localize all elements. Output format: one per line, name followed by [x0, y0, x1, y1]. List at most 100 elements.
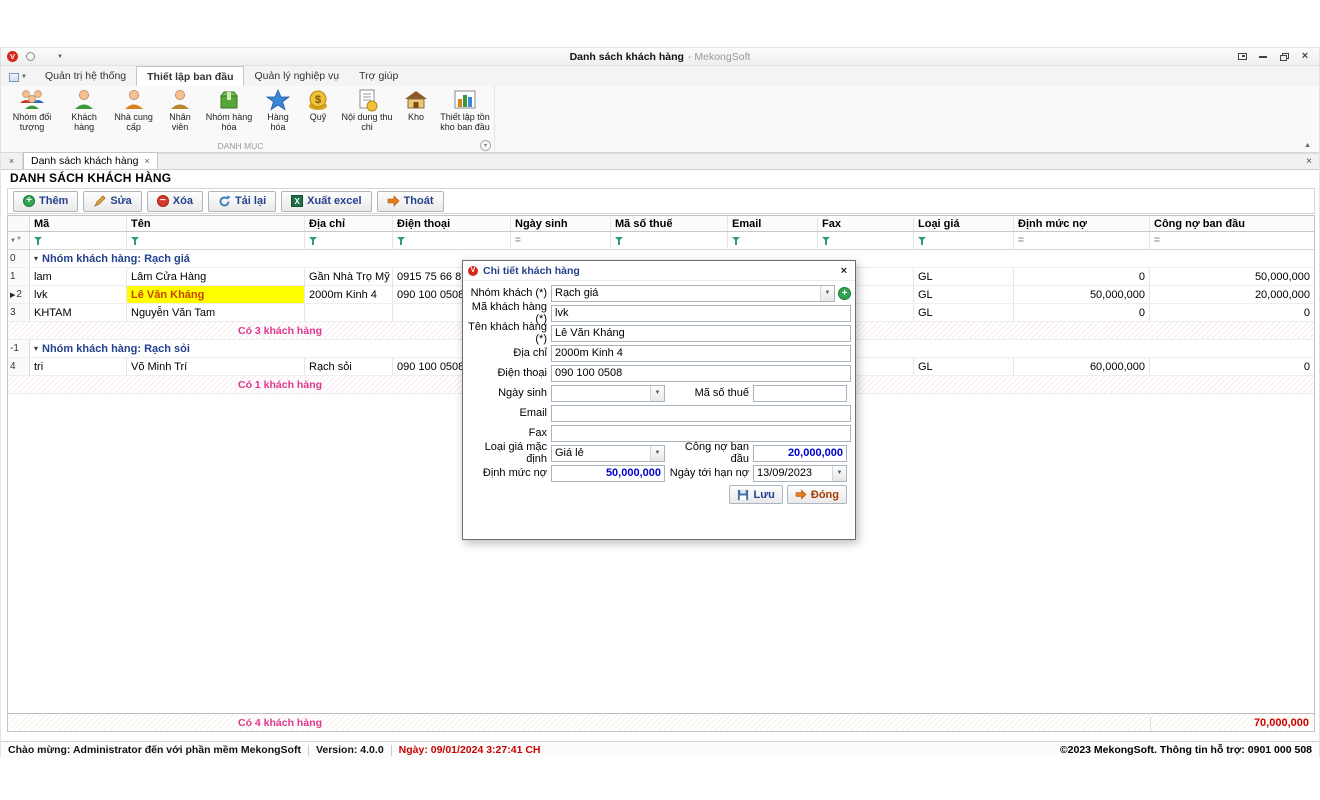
cell-congnobandau: 50,000,000 — [1150, 268, 1314, 285]
birthdate-combo[interactable]: ▼ — [551, 385, 665, 402]
filter-ma[interactable] — [30, 232, 127, 249]
filter-email[interactable] — [728, 232, 818, 249]
ribbon-item-kho[interactable]: Kho — [396, 88, 436, 123]
filter-congnobandau[interactable]: = — [1150, 232, 1314, 249]
supplier-icon — [121, 88, 147, 112]
cell-ten: Nguyễn Văn Tam — [127, 304, 305, 321]
ribbon-item-nhom-hang-hoa[interactable]: Nhóm hàng hóa — [200, 88, 258, 133]
close-dialog-button[interactable]: Đóng — [787, 485, 847, 504]
address-field[interactable] — [551, 345, 851, 362]
close-window-button[interactable]: × — [1297, 50, 1313, 64]
document-tab-strip: × Danh sách khách hàng × × — [1, 153, 1319, 170]
dialog-close-button[interactable]: × — [838, 265, 850, 277]
column-header-dinhmucno[interactable]: Định mức nợ — [1014, 216, 1150, 231]
column-header-ngaysinh[interactable]: Ngày sinh — [511, 216, 611, 231]
ribbon-item-thiet-lap-ton-kho[interactable]: Thiết lập tồn kho ban đầu — [436, 88, 494, 133]
minimize-button[interactable] — [1255, 50, 1271, 64]
row-indicator: ▶2 — [8, 286, 30, 303]
chevron-down-icon[interactable]: ▼ — [832, 466, 846, 481]
cell-congnobandau: 0 — [1150, 358, 1314, 375]
filter-ten[interactable] — [127, 232, 305, 249]
filter-fax[interactable] — [818, 232, 914, 249]
dialog-title-bar[interactable]: V Chi tiết khách hàng × — [463, 261, 855, 281]
filter-loaigia[interactable] — [914, 232, 1014, 249]
export-excel-button[interactable]: XXuất excel — [281, 191, 371, 212]
save-button[interactable]: Lưu — [729, 485, 782, 504]
quick-access-caret-icon[interactable]: ▼ — [57, 54, 63, 60]
delete-button[interactable]: −Xóa — [147, 191, 203, 212]
tax-code-field[interactable] — [753, 385, 847, 402]
fax-field[interactable] — [551, 425, 851, 442]
chevron-down-icon[interactable]: ▼ — [650, 386, 664, 401]
customer-name-field[interactable] — [551, 325, 851, 342]
column-header-loaigia[interactable]: Loại giá — [914, 216, 1014, 231]
column-header-fax[interactable]: Fax — [818, 216, 914, 231]
column-header-congnobandau[interactable]: Công nợ ban đầu — [1150, 216, 1314, 231]
app-menu-button[interactable]: ▼ — [5, 68, 31, 86]
group-dialog-launcher-icon[interactable]: ▾ — [480, 140, 491, 151]
group-expand-icon[interactable]: ▾ — [34, 254, 38, 263]
ribbon-item-nhan-vien[interactable]: Nhân viên — [160, 88, 200, 133]
ribbon-item-nhom-doi-tuong[interactable]: Nhóm đối tượng — [3, 88, 61, 133]
price-type-combo[interactable]: Giá lẻ ▼ — [551, 445, 665, 462]
ribbon-collapse-icon[interactable]: ▲ — [1304, 142, 1311, 149]
filter-funnel-icon — [397, 236, 406, 245]
ribbon-tab-quan-tri-he-thong[interactable]: Quản trị hệ thống — [35, 67, 136, 86]
ribbon-item-label: Thiết lập tồn kho ban đầu — [438, 113, 492, 133]
filter-star-icon: * — [17, 235, 21, 246]
edit-button[interactable]: Sửa — [83, 191, 141, 212]
email-field[interactable] — [551, 405, 851, 422]
add-button[interactable]: +Thêm — [13, 191, 78, 212]
customer-code-field[interactable] — [551, 305, 851, 322]
doc-tab-close-icon[interactable]: × — [144, 156, 149, 166]
filter-indicator: ▼* — [8, 232, 30, 249]
group-expand-icon[interactable]: ▾ — [34, 344, 38, 353]
column-header-masothue[interactable]: Mã số thuế — [611, 216, 728, 231]
quick-access-circle-icon[interactable] — [26, 52, 35, 61]
filter-masothue[interactable] — [611, 232, 728, 249]
customer-group-combo[interactable]: Rạch giá ▼ — [551, 285, 835, 302]
phone-field[interactable] — [551, 365, 851, 382]
exit-button[interactable]: Thoát — [377, 191, 444, 212]
tabstrip-close-left-button[interactable]: × — [1, 153, 23, 169]
debt-due-date-combo[interactable]: 13/09/2023 ▼ — [753, 465, 847, 482]
filter-dienthoai[interactable] — [393, 232, 511, 249]
initial-debt-field[interactable] — [753, 445, 847, 462]
window-controls: × — [1234, 50, 1313, 64]
reload-button[interactable]: Tải lại — [208, 191, 276, 212]
ribbon-item-nha-cung-cap[interactable]: Nhà cung cấp — [107, 88, 160, 133]
ribbon: Nhóm đối tượng Khách hàng Nhà cung cấp N… — [1, 86, 1319, 153]
add-group-button[interactable]: + — [838, 287, 851, 300]
column-header-email[interactable]: Email — [728, 216, 818, 231]
app-logo-icon[interactable]: V — [7, 51, 18, 62]
column-header-dienthoai[interactable]: Điện thoại — [393, 216, 511, 231]
restore-icon — [1280, 53, 1289, 61]
fullscreen-button[interactable] — [1234, 50, 1250, 64]
cell-loaigia: GL — [914, 268, 1014, 285]
ribbon-item-hang-hoa[interactable]: Hàng hóa — [258, 88, 298, 133]
column-header-ma[interactable]: Mã — [30, 216, 127, 231]
chevron-down-icon[interactable]: ▼ — [650, 446, 664, 461]
ribbon-item-khach-hang[interactable]: Khách hàng — [61, 88, 107, 133]
filter-ngaysinh[interactable]: = — [511, 232, 611, 249]
filter-diachi[interactable] — [305, 232, 393, 249]
tabstrip-close-right-button[interactable]: × — [1299, 153, 1319, 169]
fullscreen-icon — [1238, 53, 1247, 60]
ribbon-item-quy[interactable]: $ Quỹ — [298, 88, 338, 123]
filter-dinhmucno[interactable]: = — [1014, 232, 1150, 249]
restore-button[interactable] — [1276, 50, 1292, 64]
debt-limit-field[interactable] — [551, 465, 665, 482]
ribbon-tab-tro-giup[interactable]: Trợ giúp — [349, 67, 408, 86]
filter-equals-icon: = — [1018, 235, 1024, 246]
date-text: Ngày: 09/01/2024 3:27:41 CH — [399, 744, 541, 756]
column-header-ten[interactable]: Tên — [127, 216, 305, 231]
ribbon-item-noi-dung-thu-chi[interactable]: Nội dung thu chi — [338, 88, 396, 133]
field-label-tenkhachhang: Tên khách hàng (*) — [465, 321, 551, 345]
chevron-down-icon[interactable]: ▼ — [820, 286, 834, 301]
focused-row-icon: ▶ — [10, 291, 15, 299]
tab-danh-sach-khach-hang[interactable]: Danh sách khách hàng × — [23, 152, 158, 169]
column-header-diachi[interactable]: Địa chỉ — [305, 216, 393, 231]
ribbon-tab-quan-ly-nghiep-vu[interactable]: Quản lý nghiệp vụ — [244, 67, 349, 86]
ribbon-tab-thiet-lap-ban-dau[interactable]: Thiết lập ban đầu — [136, 66, 244, 86]
delete-icon: − — [157, 195, 169, 207]
